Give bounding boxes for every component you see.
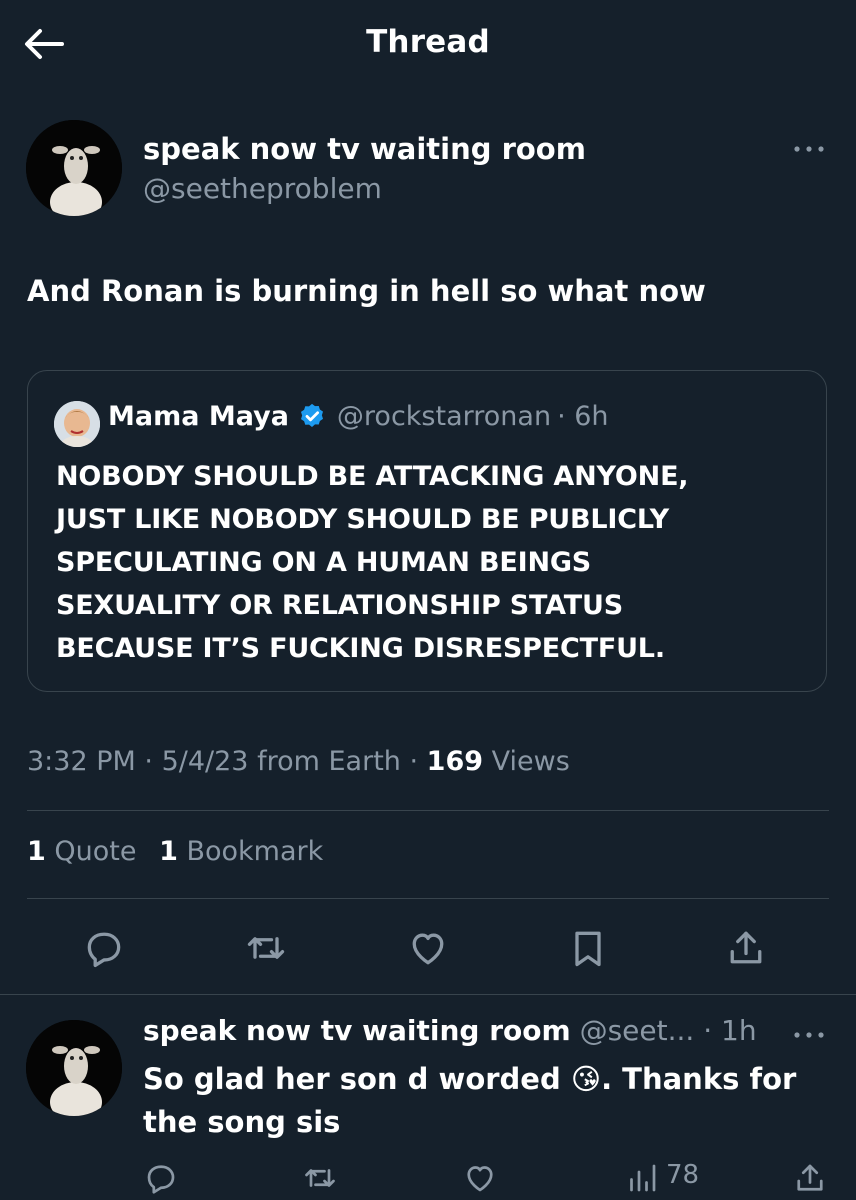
bookmarks-stat[interactable]: 1 Bookmark xyxy=(159,836,323,867)
reply-reply-button[interactable] xyxy=(143,1160,179,1196)
meta-separator: · xyxy=(409,746,419,777)
quote-text-line: SEXUALITY OR RELATIONSHIP STATUS xyxy=(56,590,623,621)
reply-more-button[interactable] xyxy=(792,1028,826,1042)
goat-avatar-image xyxy=(26,1020,122,1116)
more-icon xyxy=(794,1032,824,1038)
views-label: Views xyxy=(491,746,570,777)
reply-retweet-button[interactable] xyxy=(302,1160,338,1196)
divider xyxy=(0,994,856,995)
quote-avatar xyxy=(54,401,100,447)
author-avatar[interactable] xyxy=(26,120,122,216)
quoted-tweet[interactable]: Mama Maya @rockstarronan · 6h NOBODY SHO… xyxy=(27,370,827,692)
bookmark-button[interactable] xyxy=(566,926,610,970)
reply-share-button[interactable] xyxy=(792,1160,828,1196)
page-title: Thread xyxy=(366,24,490,60)
bookmarks-label: Bookmark xyxy=(186,836,324,867)
quote-text: NOBODY SHOULD BE ATTACKING ANYONE, JUST … xyxy=(56,455,816,670)
like-icon xyxy=(467,1166,493,1192)
bookmarks-count: 1 xyxy=(159,836,178,867)
quote-text-line: NOBODY SHOULD BE ATTACKING ANYONE, xyxy=(56,461,689,492)
kissing-emoji: 😘 xyxy=(570,1062,602,1096)
like-icon xyxy=(412,933,444,965)
retweet-icon xyxy=(247,937,285,959)
more-icon xyxy=(794,146,824,152)
retweet-icon xyxy=(305,1169,335,1187)
tweet-text: And Ronan is burning in hell so what now xyxy=(27,274,706,308)
quote-timestamp: · 6h xyxy=(557,401,609,432)
bookmark-icon xyxy=(575,931,601,967)
reply-icon xyxy=(147,1165,175,1194)
more-button[interactable] xyxy=(792,142,826,156)
divider xyxy=(27,810,829,811)
quotes-label: Quote xyxy=(54,836,137,867)
tweet-time[interactable]: 3:32 PM xyxy=(27,746,136,777)
views-icon xyxy=(630,1164,656,1192)
child-avatar-image xyxy=(54,401,100,447)
reply-like-button[interactable] xyxy=(462,1160,498,1196)
reply-author-handle[interactable]: @seet... xyxy=(580,1014,695,1047)
author-handle[interactable]: @seetheproblem xyxy=(143,172,382,205)
divider xyxy=(27,898,829,899)
tweet-date-source[interactable]: 5/4/23 from Earth xyxy=(162,746,401,777)
share-button[interactable] xyxy=(724,926,768,970)
author-name[interactable]: speak now tv waiting room xyxy=(143,132,586,166)
quotes-count: 1 xyxy=(27,836,46,867)
reply-header: speak now tv waiting room @seet... · 1h xyxy=(143,1014,757,1047)
quote-text-line: BECAUSE IT’S FUCKING DISRESPECTFUL. xyxy=(56,633,665,664)
views-count: 169 xyxy=(426,746,484,777)
reply-timestamp: · 1h xyxy=(703,1014,757,1047)
like-button[interactable] xyxy=(406,926,450,970)
reply-views-button[interactable] xyxy=(624,1160,660,1196)
meta-separator: · xyxy=(144,746,153,777)
share-icon xyxy=(797,1164,823,1191)
quotes-stat[interactable]: 1 Quote xyxy=(27,836,136,867)
goat-avatar-image xyxy=(26,120,122,216)
quote-text-line: SPECULATING ON A HUMAN BEINGS xyxy=(56,547,592,578)
retweet-button[interactable] xyxy=(244,926,288,970)
tweet-stats: 1 Quote 1 Bookmark xyxy=(27,836,323,867)
reply-author-avatar[interactable] xyxy=(26,1020,122,1116)
quote-text-line: JUST LIKE NOBODY SHOULD BE PUBLICLY xyxy=(56,504,669,535)
quote-author-name[interactable]: Mama Maya xyxy=(108,401,289,432)
reply-button[interactable] xyxy=(82,926,126,970)
quote-author-handle[interactable]: @rockstarronan xyxy=(337,401,551,432)
reply-text-before: So glad her son d worded xyxy=(143,1062,571,1096)
reply-author-name[interactable]: speak now tv waiting room xyxy=(143,1014,571,1047)
share-icon xyxy=(730,931,762,964)
verified-badge-icon xyxy=(297,402,327,432)
reply-text: So glad her son d worded 😘. Thanks for t… xyxy=(143,1058,823,1144)
reply-icon xyxy=(87,932,121,968)
tweet-meta: 3:32 PM · 5/4/23 from Earth · 169 Views xyxy=(27,746,570,777)
reply-views-count: 78 xyxy=(666,1160,700,1190)
